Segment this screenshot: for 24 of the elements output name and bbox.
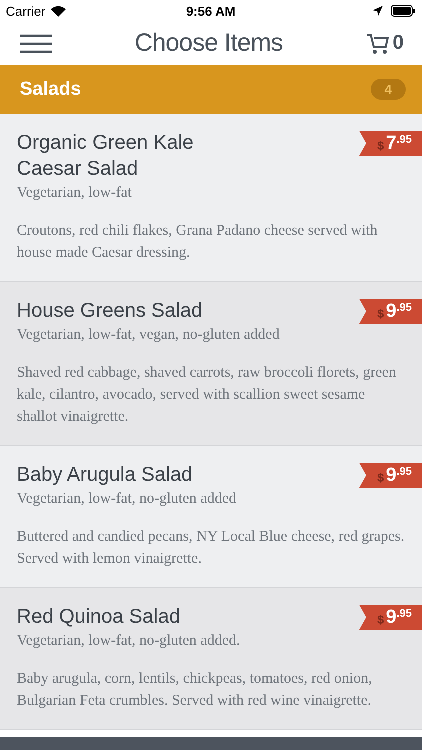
item-tags: Vegetarian, low-fat [17, 185, 405, 202]
menu-item[interactable] [0, 282, 422, 446]
screen-title: Choose Items [134, 29, 284, 58]
item-description: Buttered and candied pecans, NY Local Blue cheese, red grapes. Served with lemon vinaigrette. [17, 528, 405, 569]
menu-icon[interactable] [20, 34, 52, 54]
section-title: Salads [20, 78, 82, 100]
clock-time: 9:56 AM [186, 4, 236, 18]
item-count-badge: 4 [370, 79, 406, 100]
item-description: Croutons, red chili flakes, Grana Padano cheese served with house made Caesar dressing. [17, 222, 379, 263]
wifi-icon [50, 6, 66, 16]
item-description: Shaved red cabbage, shaved carrots, raw broccoli florets, green kale, cilantro, avocado, served with scallion sweet sesame shallot vinaigrette. [17, 364, 398, 427]
item-tags: Vegetarian, low-fat, vegan, no-gluten added [17, 327, 405, 344]
item-name: Red Quinoa Salad [17, 605, 182, 630]
battery-icon [391, 5, 416, 17]
item-tags: Vegetarian, low-fat, no-gluten added. [17, 633, 405, 650]
item-tags: Vegetarian, low-fat, no-gluten added [17, 491, 405, 508]
location-arrow-icon [373, 6, 383, 16]
carrier-label: Carrier [6, 4, 46, 18]
cart-icon[interactable] [366, 32, 390, 54]
cart-count: 0 [392, 32, 404, 55]
item-name: House Greens Salad [17, 299, 204, 324]
item-name: Baby Arugula Salad [17, 463, 194, 488]
item-name: Organic Green Kale Caesar Salad [17, 131, 195, 182]
item-description: Baby arugula, corn, lentils, chickpeas, tomatoes, red onion, Bulgarian Feta crumbles. Served with red wine vinaigrette. [17, 670, 374, 711]
